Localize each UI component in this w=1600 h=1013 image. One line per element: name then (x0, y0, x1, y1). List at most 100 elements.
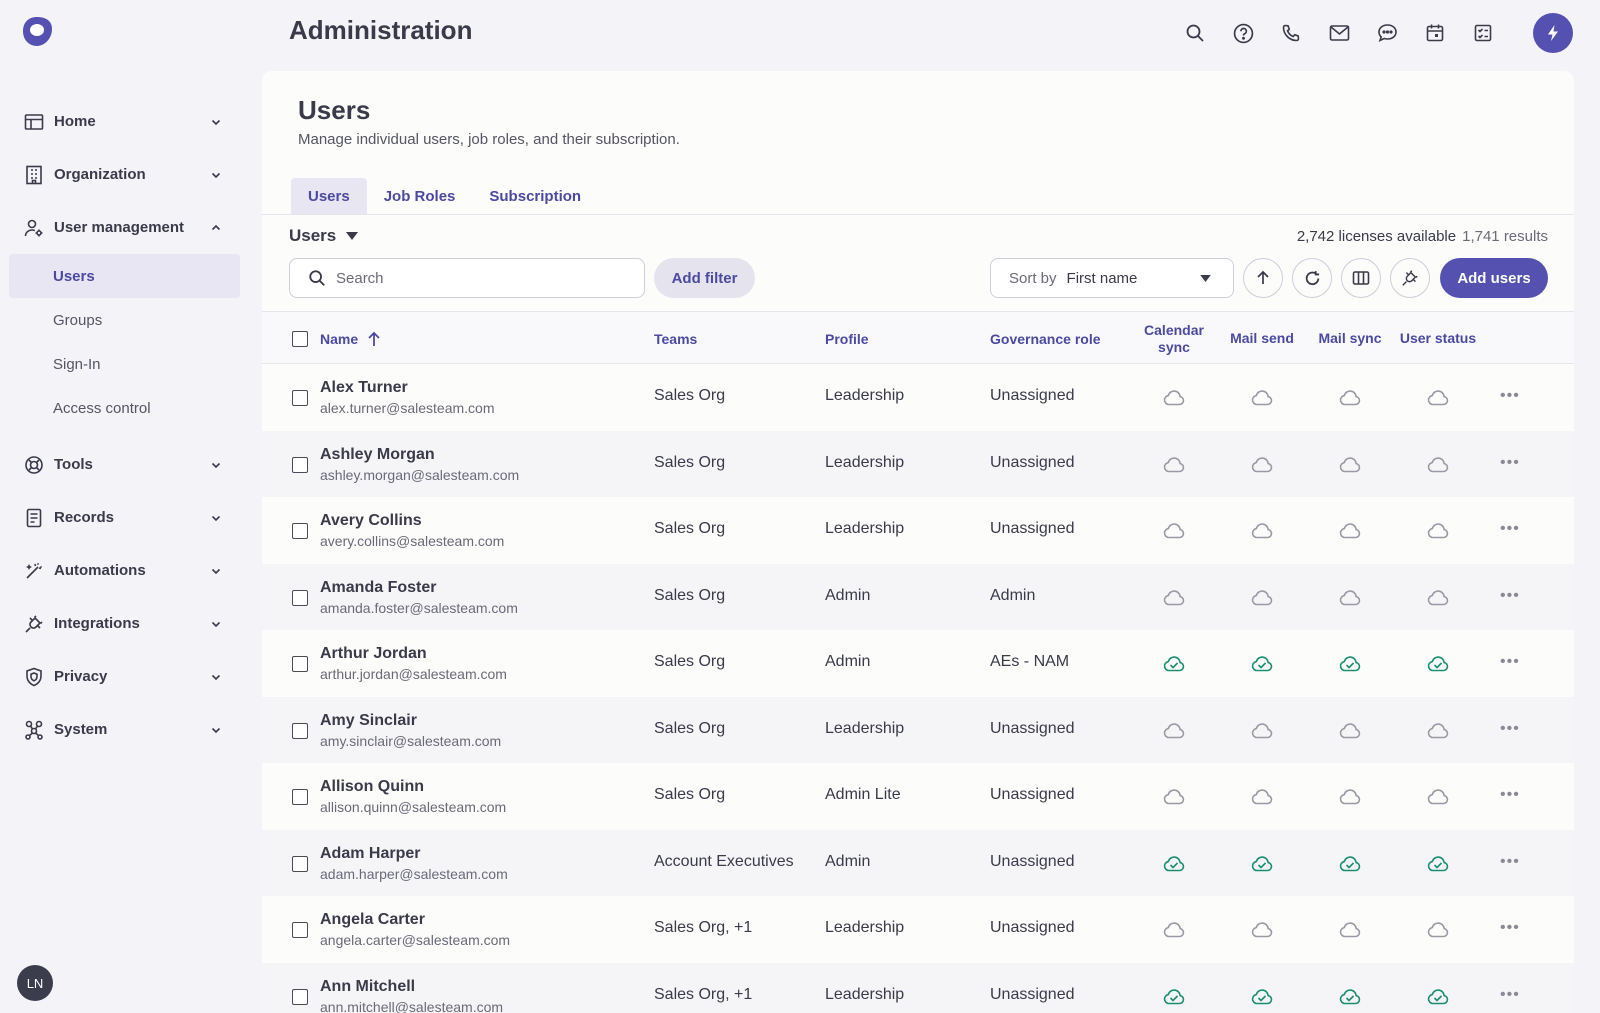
table-row[interactable]: Amy Sinclair amy.sinclair@salesteam.com Sa… (262, 696, 1574, 763)
column-header-mail-sync[interactable]: Mail sync (1310, 312, 1390, 365)
more-options-icon[interactable]: ••• (1500, 986, 1520, 1003)
bolt-icon[interactable] (1533, 13, 1573, 53)
more-options-icon[interactable]: ••• (1500, 920, 1520, 936)
user-name[interactable]: Adam Harper (320, 845, 420, 863)
more-options-icon[interactable]: ••• (1500, 388, 1520, 404)
user-name[interactable]: Avery Collins (320, 512, 422, 530)
table-row[interactable]: Arthur Jordan arthur.jordan@salesteam.com… (262, 630, 1574, 697)
user-name[interactable]: Alex Turner (320, 379, 408, 397)
app-logo[interactable] (20, 15, 54, 49)
row-checkbox[interactable] (292, 922, 308, 938)
sidebar-item-system[interactable]: System (0, 703, 254, 756)
sidebar-item-label: Privacy (54, 668, 108, 685)
search-icon[interactable] (1182, 20, 1208, 46)
user-name[interactable]: Ann Mitchell (320, 978, 415, 996)
tab-job-roles[interactable]: Job Roles (367, 178, 473, 214)
more-options-icon[interactable]: ••• (1500, 787, 1520, 803)
cloud-icon (1249, 784, 1275, 808)
column-header-teams[interactable]: Teams (654, 312, 697, 365)
user-teams: Sales Org (654, 653, 726, 670)
calendar-icon[interactable] (1422, 20, 1448, 46)
tab-subscription[interactable]: Subscription (472, 178, 598, 214)
sidebar-item-user-management[interactable]: User management (0, 201, 254, 254)
cloud-icon (1337, 385, 1363, 409)
sort-direction-button[interactable] (1243, 258, 1283, 298)
sidebar-subitem-users[interactable]: Users (9, 254, 240, 298)
sidebar-item-organization[interactable]: Organization (0, 148, 254, 201)
column-header-name[interactable]: Name (320, 312, 381, 365)
table-row[interactable]: Amanda Foster amanda.foster@salesteam.com… (262, 563, 1574, 630)
user-profile: Admin (825, 852, 871, 870)
user-name[interactable]: Amanda Foster (320, 579, 436, 597)
chat-icon[interactable] (1374, 20, 1400, 46)
user-name[interactable]: Allison Quinn (320, 778, 424, 796)
add-users-button[interactable]: Add users (1440, 258, 1548, 298)
more-options-icon[interactable]: ••• (1500, 587, 1520, 604)
row-checkbox[interactable] (292, 456, 308, 473)
column-header-governance[interactable]: Governance role (990, 312, 1101, 365)
phone-icon[interactable] (1278, 20, 1304, 46)
tab-users[interactable]: Users (291, 178, 367, 214)
more-options-icon[interactable]: ••• (1500, 654, 1520, 670)
user-name[interactable]: Angela Carter (320, 911, 425, 929)
row-checkbox[interactable] (292, 656, 308, 672)
row-checkbox[interactable] (292, 589, 308, 606)
sidebar: Home Organization User management Users … (0, 95, 254, 756)
table-row[interactable]: Adam Harper adam.harper@salesteam.com Acco… (262, 829, 1574, 896)
column-header-calendar-sync[interactable]: Calendar sync (1134, 312, 1214, 365)
help-icon[interactable] (1230, 20, 1256, 46)
user-name[interactable]: Ashley Morgan (320, 446, 435, 464)
user-teams: Sales Org (654, 786, 726, 803)
integrations-button[interactable] (1390, 258, 1430, 298)
table-row[interactable]: Ashley Morgan ashley.morgan@salesteam.com… (262, 430, 1574, 497)
table-row[interactable]: Avery Collins avery.collins@salesteam.com… (262, 497, 1574, 564)
cloud-icon (1249, 518, 1275, 542)
sidebar-item-privacy[interactable]: Privacy (0, 650, 254, 703)
sidebar-subitem-sign-in[interactable]: Sign-In (9, 342, 240, 386)
add-filter-button[interactable]: Add filter (654, 258, 755, 298)
user-profile: Leadership (825, 520, 905, 537)
column-header-profile[interactable]: Profile (825, 312, 869, 365)
row-checkbox[interactable] (292, 523, 308, 539)
more-options-icon[interactable]: ••• (1500, 853, 1520, 870)
sort-value: First name (1066, 269, 1138, 287)
sidebar-item-records[interactable]: Records (0, 491, 254, 544)
table-row[interactable]: Alex Turner alex.turner@salesteam.com Sale… (262, 364, 1574, 431)
sort-select[interactable]: Sort by First name (990, 258, 1234, 298)
more-options-icon[interactable]: ••• (1500, 720, 1520, 737)
avatar[interactable]: LN (17, 965, 53, 1001)
column-header-user-status[interactable]: User status (1398, 312, 1478, 365)
row-checkbox[interactable] (292, 988, 308, 1005)
user-profile: Leadership (825, 719, 905, 737)
user-name[interactable]: Arthur Jordan (320, 645, 427, 663)
more-options-icon[interactable]: ••• (1500, 454, 1520, 471)
search-box[interactable] (289, 258, 645, 298)
user-name[interactable]: Amy Sinclair (320, 712, 417, 730)
row-checkbox[interactable] (292, 789, 308, 805)
table-row[interactable]: Allison Quinn allison.quinn@salesteam.com… (262, 763, 1574, 830)
sidebar-subitem-access-control[interactable]: Access control (9, 386, 240, 430)
sidebar-item-home[interactable]: Home (0, 95, 254, 148)
row-checkbox[interactable] (292, 855, 308, 872)
more-options-icon[interactable]: ••• (1500, 521, 1520, 537)
sidebar-item-automations[interactable]: Automations (0, 544, 254, 597)
sidebar-item-tools[interactable]: Tools (0, 438, 254, 491)
view-selector[interactable]: Users (289, 226, 359, 246)
row-checkbox[interactable] (292, 390, 308, 406)
row-checkbox[interactable] (292, 722, 308, 739)
table-row[interactable]: Ann Mitchell ann.mitchell@salesteam.com Sa… (262, 962, 1574, 1013)
table-row[interactable]: Angela Carter angela.carter@salesteam.com… (262, 896, 1574, 963)
select-all-checkbox[interactable] (292, 312, 308, 365)
user-teams: Sales Org (654, 586, 726, 604)
tasks-icon[interactable] (1470, 20, 1496, 46)
user-governance-role: AEs - NAM (990, 653, 1070, 670)
columns-button[interactable] (1341, 258, 1381, 298)
column-header-mail-send[interactable]: Mail send (1222, 312, 1302, 365)
mail-icon[interactable] (1326, 20, 1352, 46)
search-input[interactable] (336, 269, 616, 287)
chevron-down-icon (211, 462, 221, 468)
refresh-button[interactable] (1292, 258, 1332, 298)
shield-icon (24, 667, 44, 687)
sidebar-item-integrations[interactable]: Integrations (0, 597, 254, 650)
sidebar-subitem-groups[interactable]: Groups (9, 298, 240, 342)
